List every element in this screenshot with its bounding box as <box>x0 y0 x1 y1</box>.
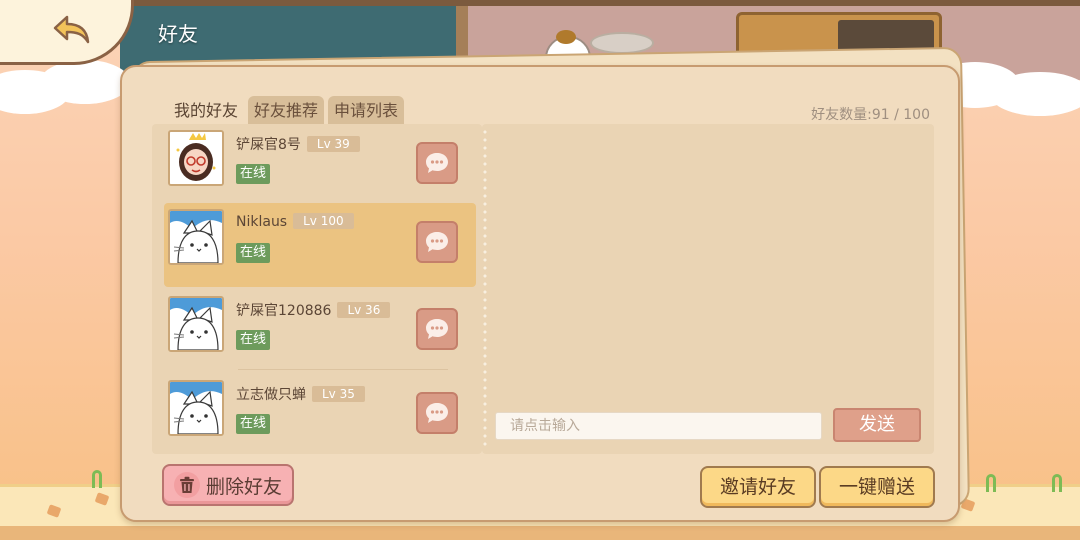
round-table-decoration <box>590 32 654 54</box>
delete-friend-button[interactable]: 删除好友 <box>162 464 294 506</box>
chat-area <box>482 124 934 454</box>
cat-hat-decoration <box>556 30 576 44</box>
friend-list[interactable]: 铲屎官8号 Lv 39 在线 Niklaus Lv 100 在线 铲屎官1208… <box>152 124 482 454</box>
cat-avatar-image <box>170 211 222 263</box>
friend-row[interactable]: 立志做只蝉 Lv 35 在线 <box>164 374 476 454</box>
cloud <box>990 72 1080 116</box>
cat-avatar-image <box>170 298 222 350</box>
friend-name-text: 铲屎官8号 <box>236 137 301 153</box>
back-arrow-icon <box>53 15 90 44</box>
online-status-badge: 在线 <box>236 414 271 434</box>
plant-decoration <box>92 470 102 488</box>
tab-request-list[interactable]: 申请列表 <box>328 96 405 126</box>
top-beam <box>0 0 1080 6</box>
online-status-badge: 在线 <box>236 164 271 184</box>
chat-bubble-icon <box>426 319 448 339</box>
cat-avatar <box>168 380 224 436</box>
delete-friend-label: 删除好友 <box>205 475 282 498</box>
friend-row-selected[interactable]: Niklaus Lv 100 在线 <box>164 203 476 287</box>
chat-button[interactable] <box>416 308 458 350</box>
tab-my-friends[interactable]: 我的好友 <box>168 96 245 126</box>
friend-name: 立志做只蝉 Lv 35 <box>236 384 365 404</box>
message-input[interactable] <box>495 412 822 440</box>
friend-name-text: 立志做只蝉 <box>236 387 306 403</box>
girl-avatar-image <box>170 132 222 184</box>
chat-bubble-icon <box>426 403 448 423</box>
level-badge: Lv 100 <box>293 213 354 229</box>
trash-icon <box>173 472 200 498</box>
friend-count: 好友数量:91 / 100 <box>811 107 930 123</box>
level-badge: Lv 39 <box>306 136 360 152</box>
send-button[interactable]: 发送 <box>833 408 921 442</box>
level-badge: Lv 35 <box>312 386 365 402</box>
online-status-badge: 在线 <box>236 330 271 350</box>
friend-row[interactable]: 铲屎官120886 Lv 36 在线 <box>164 290 476 374</box>
level-badge: Lv 36 <box>337 302 391 318</box>
friend-name-text: Niklaus <box>236 214 288 230</box>
girl-avatar <box>168 130 224 186</box>
back-button[interactable] <box>49 11 95 49</box>
friend-name: Niklaus Lv 100 <box>236 213 354 230</box>
one-click-gift-button[interactable]: 一键赠送 <box>819 466 935 508</box>
dotted-divider <box>483 128 487 450</box>
page-title: 好友 <box>158 22 198 46</box>
online-status-badge: 在线 <box>236 243 271 263</box>
friend-name: 铲屎官120886 Lv 36 <box>236 300 391 320</box>
row-divider <box>238 369 448 370</box>
cat-avatar <box>168 209 224 265</box>
chat-button[interactable] <box>416 142 458 184</box>
tab-recommended-friends[interactable]: 好友推荐 <box>248 96 325 126</box>
chat-button[interactable] <box>416 221 458 263</box>
chat-button[interactable] <box>416 392 458 434</box>
tab-bar: 我的好友 好友推荐 申请列表 <box>168 96 405 126</box>
friend-name-text: 铲屎官120886 <box>236 303 332 319</box>
plant-decoration <box>1052 474 1062 492</box>
plant-decoration <box>986 474 996 492</box>
invite-friend-button[interactable]: 邀请好友 <box>700 466 816 508</box>
chat-bubble-icon <box>426 232 448 252</box>
chat-bubble-icon <box>426 153 448 173</box>
friend-name: 铲屎官8号 Lv 39 <box>236 134 360 154</box>
ground-edge <box>0 526 1080 540</box>
cat-avatar <box>168 296 224 352</box>
friend-row[interactable]: 铲屎官8号 Lv 39 在线 <box>164 124 476 208</box>
cloud <box>40 60 130 104</box>
cat-avatar-image <box>170 382 222 434</box>
